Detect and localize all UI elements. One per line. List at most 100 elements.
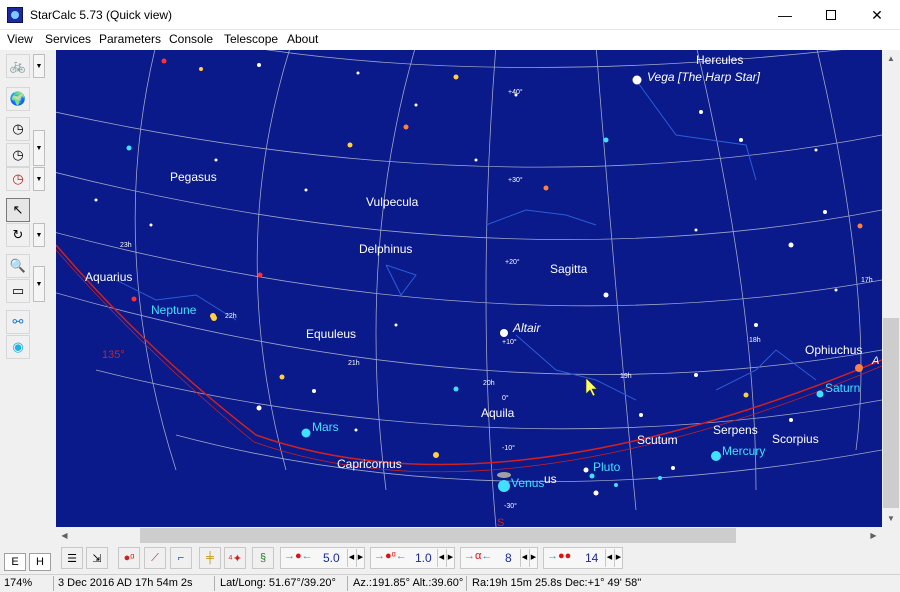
zoom-dropdown[interactable]: ▼ [33, 266, 45, 302]
ra-label: 23h [120, 242, 132, 249]
center-object-button[interactable]: ◉ [6, 335, 30, 359]
ra-label: 21h [348, 360, 360, 367]
spin-right[interactable]: ▶ [446, 549, 454, 567]
zoom-icon: 🔍 [9, 258, 27, 273]
ra-label: 20h [483, 380, 495, 387]
scroll-up-button[interactable]: ▲ [882, 50, 900, 67]
planet-neptune[interactable] [211, 315, 217, 321]
star [394, 323, 398, 327]
menu-services[interactable]: Services [45, 32, 91, 46]
menu-view[interactable]: View [7, 32, 33, 46]
label-venus: Venus [511, 476, 544, 490]
select-rect-button[interactable]: ▭ [6, 279, 30, 303]
rotate-dropdown[interactable]: ▼ [33, 223, 45, 247]
telescope-dropdown[interactable]: ▼ [33, 54, 45, 78]
label-sagitta: Sagitta [550, 262, 588, 276]
star [739, 138, 743, 142]
planet-venus[interactable] [498, 480, 510, 492]
boundaries-button[interactable]: ⌐ [170, 547, 192, 569]
spin-right[interactable]: ▶ [529, 549, 537, 567]
star-magnitude-control[interactable]: →●← 5.0 ◀ ▶ [280, 547, 365, 569]
telescope-button[interactable]: 🚲 [6, 54, 30, 78]
edge-label: A [871, 355, 879, 367]
planet-mars[interactable] [301, 428, 311, 438]
scroll-down-button[interactable]: ▼ [882, 510, 900, 527]
menu-parameters[interactable]: Parameters [99, 32, 161, 46]
minimize-button[interactable]: — [762, 0, 808, 30]
scroll-right-button[interactable]: ▶ [865, 527, 882, 544]
azimuth-label: 135° [102, 349, 125, 361]
constellation-lines-button[interactable]: ⟋ [144, 547, 166, 569]
south-label: S [497, 517, 504, 527]
rotate-icon: ↻ [12, 227, 24, 242]
star [614, 483, 618, 487]
label-vulpecula: Vulpecula [366, 195, 419, 209]
planet-saturn[interactable] [816, 390, 824, 398]
scroll-left-button[interactable]: ◀ [56, 527, 73, 544]
zoom-button[interactable]: 🔍 [6, 254, 30, 278]
horizontal-scrollbar[interactable]: ◀ ▶ [56, 527, 882, 544]
galaxy-magnitude-value: 1.0 [415, 551, 432, 565]
status-datetime: 3 Dec 2016 AD 17h 54m 2s [58, 577, 193, 589]
clock-icon: ◷ [12, 147, 24, 162]
horizontal-scroll-thumb[interactable] [140, 528, 736, 543]
spin-left[interactable]: ◀ [520, 549, 528, 567]
grid-button[interactable]: ╪ [199, 547, 221, 569]
planet-mercury[interactable] [711, 451, 721, 461]
lang-e-button[interactable]: E [4, 553, 26, 571]
menu-console[interactable]: Console [169, 32, 213, 46]
star-vega[interactable] [632, 75, 642, 85]
star [699, 110, 703, 114]
telescope-icon: 🚲 [9, 58, 27, 73]
sky-chart[interactable]: Hercules Pegasus Vulpecula Delphinus Sag… [56, 50, 882, 527]
connect-button[interactable]: ⚯ [6, 310, 30, 334]
menu-about[interactable]: About [287, 32, 318, 46]
vertical-scrollbar[interactable]: ▲ ▼ [882, 50, 900, 527]
labels-button[interactable]: ⁴✦ [224, 547, 246, 569]
star [789, 418, 793, 422]
rotate-button[interactable]: ↻ [6, 223, 30, 247]
galaxy-button[interactable]: § [252, 547, 274, 569]
export-button[interactable]: ⇲ [86, 547, 108, 569]
clock-now-button[interactable]: ◷ [6, 167, 30, 191]
planet-size-value: 14 [585, 551, 599, 565]
globe-button[interactable]: 🌍 [6, 87, 30, 111]
status-latlong: Lat/Long: 51.67°/39.20° [220, 577, 336, 589]
lang-h-button[interactable]: H [29, 553, 51, 571]
pointer-button[interactable]: ↖ [6, 198, 30, 222]
planet-pluto[interactable] [589, 473, 595, 479]
galaxy-magnitude-control[interactable]: →●ᵅ← 1.0 ◀ ▶ [370, 547, 455, 569]
constellation-lines [115, 79, 817, 401]
star [126, 145, 132, 151]
planet-size-control[interactable]: →●● 14 ◀ ▶ [543, 547, 623, 569]
spin-right[interactable]: ▶ [614, 549, 622, 567]
spin-left[interactable]: ◀ [605, 549, 613, 567]
clock-dropdown[interactable]: ▼ [33, 130, 45, 166]
star-altair[interactable] [500, 329, 508, 337]
menu-telescope[interactable]: Telescope [224, 32, 278, 46]
sky-map[interactable]: Hercules Pegasus Vulpecula Delphinus Sag… [56, 50, 882, 527]
label-hercules: Hercules [696, 53, 743, 67]
horizon-line [56, 244, 882, 466]
maximize-button[interactable] [808, 0, 854, 30]
star [543, 185, 549, 191]
star-labels: Vega [The Harp Star] Altair [512, 70, 761, 335]
spin-right[interactable]: ▶ [356, 549, 364, 567]
star [94, 198, 98, 202]
label-aquila: Aquila [481, 406, 515, 420]
clock-button[interactable]: ◷ [6, 143, 30, 167]
center-object-icon: ◉ [12, 339, 24, 354]
label-aquarius: Aquarius [85, 270, 132, 284]
spin-left[interactable]: ◀ [347, 549, 355, 567]
table-view-button[interactable]: ☰ [61, 547, 83, 569]
bottom-toolbar: E H ☰ ⇲ ●ᵅ ⟋ ⌐ ╪ ⁴✦ § →●← 5.0 ◀ ▶ →●ᵅ← 1… [0, 544, 900, 574]
show-stars-button[interactable]: ●ᵅ [118, 547, 140, 569]
close-button[interactable]: ✕ [854, 0, 900, 30]
vertical-scroll-thumb[interactable] [883, 318, 899, 508]
planet-size-icon: →●● [547, 550, 572, 562]
clock-now-dropdown[interactable]: ▼ [33, 167, 45, 191]
clock-plus-button[interactable]: ◷ [6, 117, 30, 141]
spin-left[interactable]: ◀ [437, 549, 445, 567]
label-ophiuchus: Ophiuchus [805, 343, 862, 357]
label-magnitude-control[interactable]: →α← 8 ◀ ▶ [460, 547, 538, 569]
